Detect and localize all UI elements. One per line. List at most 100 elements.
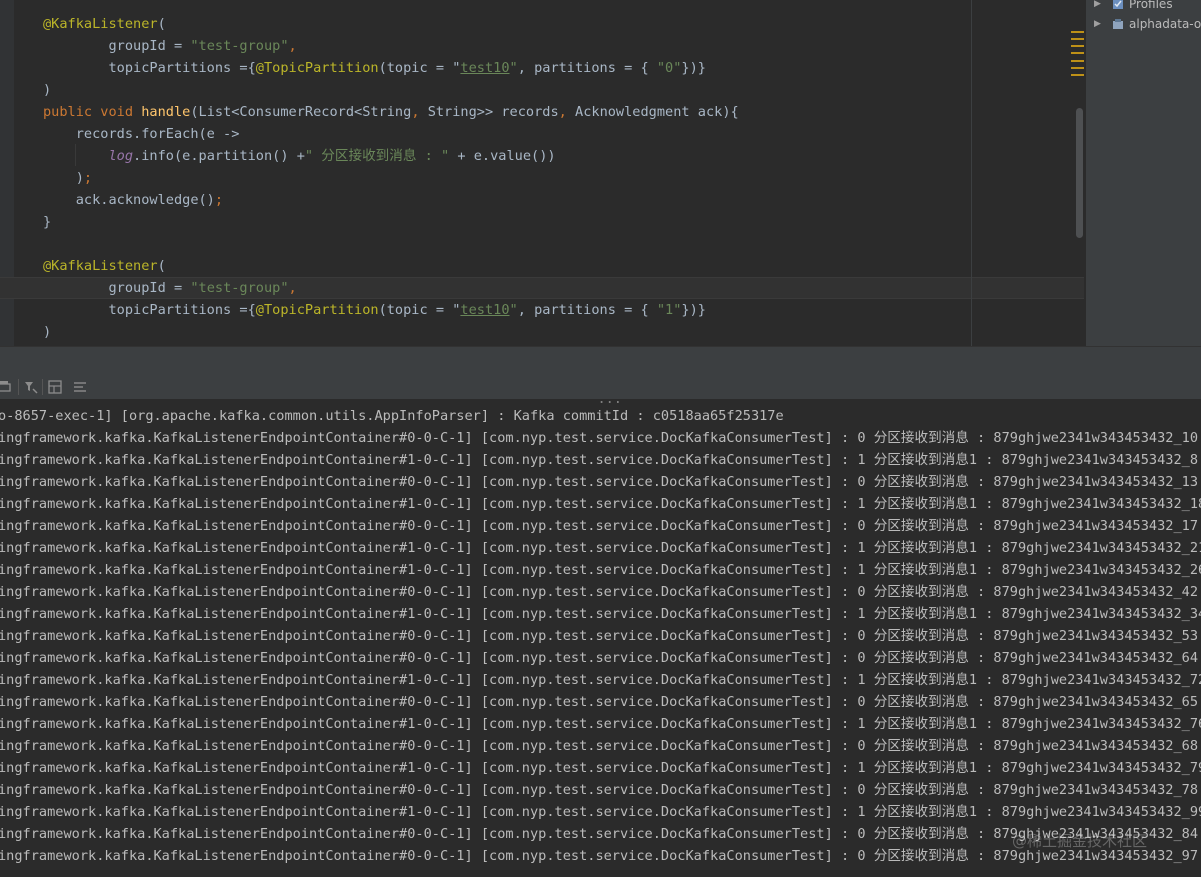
code-token: String>> records [427, 104, 559, 120]
warning-marker[interactable] [1071, 60, 1084, 62]
console-line: ingframework.kafka.KafkaListenerEndpoint… [0, 452, 1199, 468]
console-line: ingframework.kafka.KafkaListenerEndpoint… [0, 606, 1201, 622]
code-token: "test-group" [190, 38, 289, 54]
toolbar-separator [42, 379, 43, 395]
code-token: Acknowledgment ack){ [575, 104, 739, 120]
fold-marker-icon[interactable] [4, 108, 12, 116]
code-token: ) [43, 82, 52, 98]
console-line: o-8657-exec-1] [org.apache.kafka.common.… [0, 408, 784, 424]
right-margin-guide [971, 0, 972, 346]
code-token: (topic = " [378, 60, 461, 76]
code-token: , [411, 104, 428, 120]
console-line: ingframework.kafka.KafkaListenerEndpoint… [0, 584, 1199, 600]
code-token: })} [681, 302, 706, 318]
code-token: ) [43, 324, 52, 340]
code-token: .info(e.partition() + [133, 148, 305, 164]
warning-marker[interactable] [1071, 67, 1084, 69]
project-tool-window[interactable]: ▶ Profiles ▶ alphadata-o [1086, 0, 1201, 346]
filter-icon[interactable] [23, 379, 39, 395]
code-token: (List<ConsumerRecord<String [190, 104, 412, 120]
code-token: log [108, 148, 134, 164]
console-line: ingframework.kafka.KafkaListenerEndpoint… [0, 716, 1201, 732]
code-token: "test-group" [190, 280, 289, 296]
code-token: , [288, 280, 297, 296]
code-token: handle [141, 104, 191, 120]
code-editor[interactable]: @KafkaListener( groupId = "test-group", … [0, 0, 1086, 346]
code-line: topicPartitions ={@TopicPartition(topic … [43, 299, 706, 321]
warning-marker[interactable] [1071, 38, 1084, 40]
code-token: ) [43, 170, 84, 186]
code-token: " 分区接收到消息 : " [304, 148, 450, 164]
code-line: groupId = "test-group", [43, 35, 297, 57]
tree-item-label: alphadata-o [1129, 17, 1201, 31]
warning-marker[interactable] [1071, 31, 1084, 33]
console-line: ingframework.kafka.KafkaListenerEndpoint… [0, 540, 1201, 556]
console-toolbar [0, 374, 1201, 400]
code-token: ( [157, 16, 166, 32]
code-token: ; [214, 192, 224, 208]
code-token: (topic = " [378, 302, 461, 318]
layout-icon[interactable] [47, 379, 63, 395]
console-line: ingframework.kafka.KafkaListenerEndpoint… [0, 804, 1201, 820]
chevron-right-icon[interactable]: ▶ [1094, 14, 1101, 34]
code-token: groupId = [43, 38, 191, 54]
code-token: ( [157, 258, 166, 274]
tree-item-profiles[interactable]: ▶ Profiles [1086, 0, 1201, 14]
console-line: ingframework.kafka.KafkaListenerEndpoint… [0, 518, 1199, 534]
fold-marker-icon[interactable] [4, 86, 12, 94]
code-line: groupId = "test-group", [43, 277, 297, 299]
code-token: , partitions = { [517, 60, 657, 76]
code-token: + e.value()) [449, 148, 556, 164]
chevron-right-icon[interactable]: ▶ [1094, 0, 1101, 14]
code-token: @KafkaListener [43, 16, 158, 32]
code-line: public void handle(List<ConsumerRecord<S… [43, 101, 739, 123]
code-token: public void [43, 104, 142, 120]
soft-wrap-icon[interactable] [72, 379, 88, 395]
profiles-icon [1113, 0, 1123, 9]
code-line: } [43, 211, 51, 233]
code-token: @TopicPartition [255, 302, 379, 318]
warning-marker[interactable] [1071, 74, 1084, 76]
console-line: ingframework.kafka.KafkaListenerEndpoint… [0, 760, 1201, 776]
code-line: @KafkaListener( [43, 255, 166, 277]
editor-scrollbar-thumb[interactable] [1076, 108, 1083, 238]
code-token: topicPartitions ={ [43, 302, 256, 318]
code-token: , partitions = { [517, 302, 657, 318]
console-line: ingframework.kafka.KafkaListenerEndpoint… [0, 672, 1201, 688]
code-token: " [509, 302, 518, 318]
fold-marker-icon[interactable] [4, 262, 12, 270]
code-line: topicPartitions ={@TopicPartition(topic … [43, 57, 706, 79]
code-token: @TopicPartition [255, 60, 379, 76]
code-token: , [558, 104, 576, 120]
console-line: ingframework.kafka.KafkaListenerEndpoint… [0, 694, 1199, 710]
code-line: @KafkaListener( [43, 13, 166, 35]
code-token: test10 [460, 302, 510, 318]
code-token: "0" [656, 60, 682, 76]
warning-marker[interactable] [1071, 45, 1084, 47]
fold-marker-icon[interactable] [4, 218, 12, 226]
code-line: log.info(e.partition() +" 分区接收到消息 : " + … [43, 145, 556, 167]
tree-item-label: Profiles [1129, 0, 1173, 11]
code-token: } [43, 214, 52, 230]
console-line: ingframework.kafka.KafkaListenerEndpoint… [0, 628, 1199, 644]
fold-marker-icon[interactable] [4, 20, 12, 28]
code-token: ; [83, 170, 93, 186]
print-icon[interactable] [0, 379, 12, 395]
module-icon [1113, 19, 1123, 29]
code-token: })} [681, 60, 706, 76]
code-token: records.forEach(e -> [43, 126, 240, 142]
code-token: groupId = [43, 280, 191, 296]
tree-item-module[interactable]: ▶ alphadata-o [1086, 14, 1201, 34]
warning-marker[interactable] [1071, 52, 1084, 54]
run-console[interactable]: ... o-8657-exec-1] [org.apache.kafka.com… [0, 400, 1201, 877]
code-line: records.forEach(e -> [43, 123, 240, 145]
code-line: ) [43, 79, 51, 101]
console-line: ingframework.kafka.KafkaListenerEndpoint… [0, 562, 1201, 578]
console-line: ingframework.kafka.KafkaListenerEndpoint… [0, 650, 1199, 666]
toolbar-separator [18, 379, 19, 395]
panel-splitter[interactable] [0, 346, 1201, 374]
code-token: topicPartitions ={ [43, 60, 256, 76]
console-line: ingframework.kafka.KafkaListenerEndpoint… [0, 738, 1199, 754]
code-token: , [288, 38, 297, 54]
